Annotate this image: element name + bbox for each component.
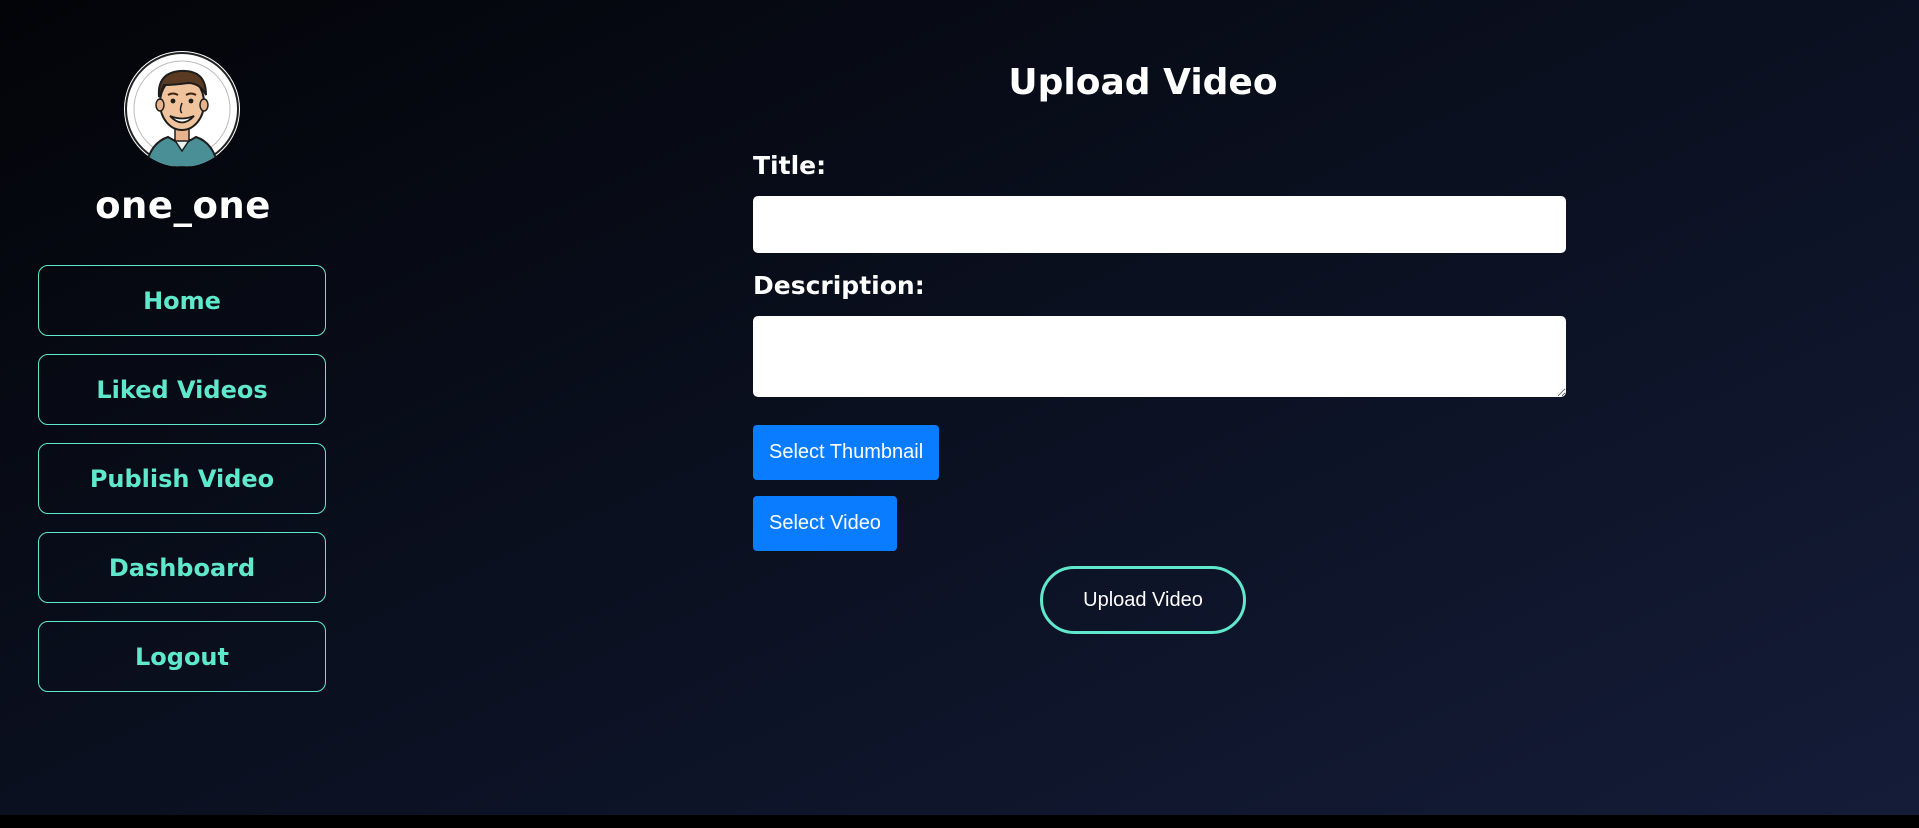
- title-label: Title:: [753, 151, 827, 180]
- title-input[interactable]: [753, 196, 1566, 253]
- select-thumbnail-button[interactable]: Select Thumbnail: [753, 425, 940, 480]
- app-window: one_one Home Liked Videos Publish Video …: [0, 0, 1919, 815]
- sidebar-item-liked-videos[interactable]: Liked Videos: [38, 354, 326, 425]
- page-title: Upload Video: [1008, 62, 1278, 103]
- avatar[interactable]: [124, 51, 240, 167]
- username: one_one: [95, 184, 271, 227]
- sidebar: one_one Home Liked Videos Publish Video …: [0, 0, 366, 815]
- avatar-icon: [125, 52, 239, 167]
- description-label: Description:: [753, 271, 925, 300]
- sidebar-item-dashboard[interactable]: Dashboard: [38, 532, 326, 603]
- description-textarea[interactable]: [753, 316, 1566, 397]
- upload-video-button[interactable]: Upload Video: [1040, 566, 1246, 634]
- sidebar-item-logout[interactable]: Logout: [38, 621, 326, 692]
- select-video-button[interactable]: Select Video: [753, 496, 897, 551]
- sidebar-item-home[interactable]: Home: [38, 265, 326, 336]
- sidebar-item-publish-video[interactable]: Publish Video: [38, 443, 326, 514]
- bottom-strip: [0, 815, 1919, 828]
